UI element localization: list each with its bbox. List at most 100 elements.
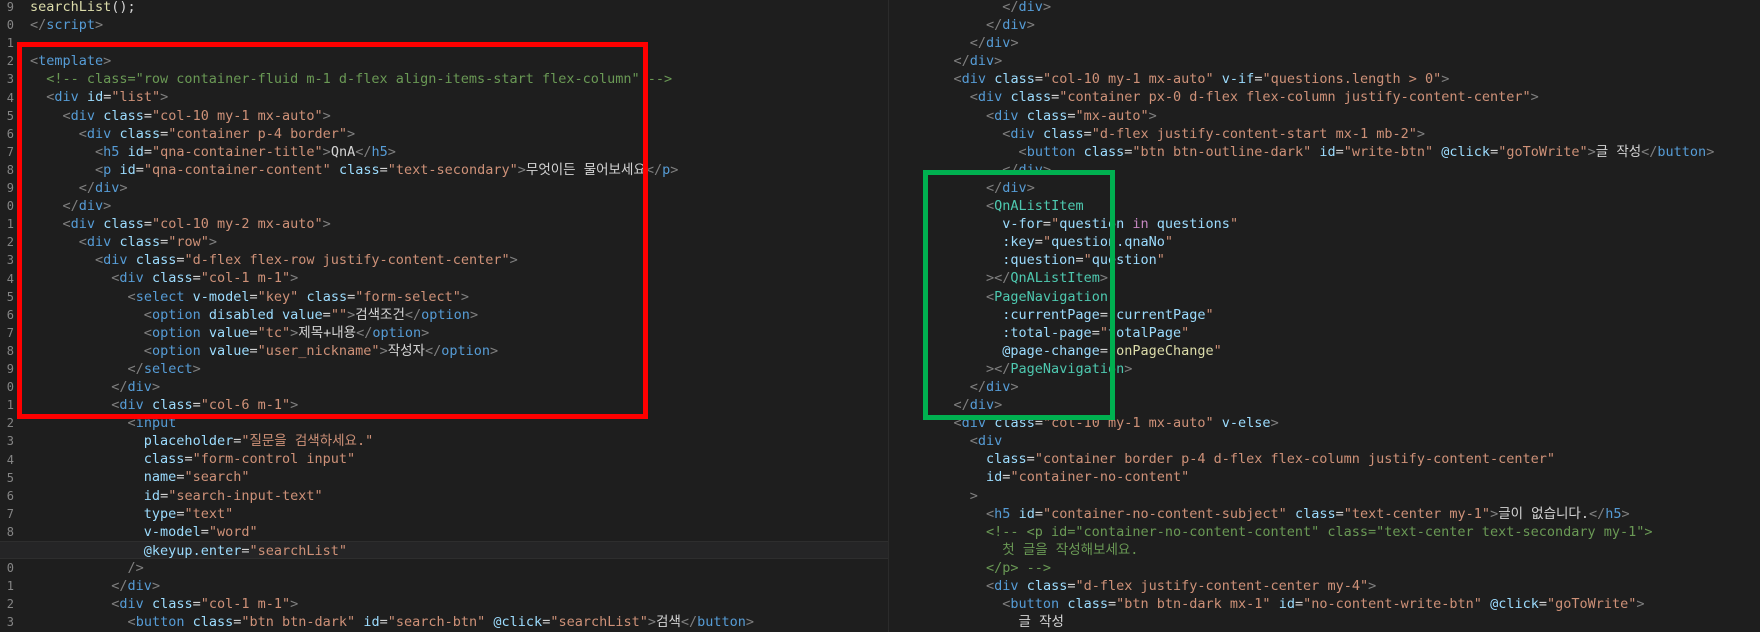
code-line[interactable]: ></PageNavigation> bbox=[889, 360, 1760, 378]
code-line[interactable]: 글 작성 bbox=[889, 613, 1760, 631]
code-token: 작성자 bbox=[387, 342, 425, 359]
code-token: id bbox=[1018, 505, 1035, 522]
code-line[interactable]: id="container-no-content" bbox=[889, 468, 1760, 486]
code-line[interactable]: v-for="question in questions" bbox=[889, 215, 1760, 233]
code-line[interactable]: :question="question" bbox=[889, 251, 1760, 269]
code-line[interactable]: </div> bbox=[889, 52, 1760, 70]
code-token: v-for bbox=[1002, 216, 1043, 233]
code-line[interactable]: <div class="col-10 my-1 mx-auto" v-if="q… bbox=[889, 70, 1760, 88]
code-line[interactable]: </select> bbox=[0, 360, 888, 378]
code-line[interactable]: <div class="col-10 my-1 mx-auto"> bbox=[0, 107, 888, 125]
code-line[interactable]: class="container border p-4 d-flex flex-… bbox=[889, 450, 1760, 468]
code-line[interactable]: </div> bbox=[0, 179, 888, 197]
code-line[interactable]: > bbox=[889, 487, 1760, 505]
code-line[interactable]: id="search-input-text" bbox=[0, 487, 888, 505]
code-line[interactable]: <div class="d-flex justify-content-cente… bbox=[889, 577, 1760, 595]
code-line[interactable]: v-model="word" bbox=[0, 523, 888, 541]
code-line[interactable]: </script> bbox=[0, 16, 888, 34]
code-line[interactable]: placeholder="질문을 검색하세요." bbox=[0, 432, 888, 450]
code-line[interactable]: :currentPage="currentPage" bbox=[889, 306, 1760, 324]
code-line[interactable]: @page-change="onPageChange" bbox=[889, 342, 1760, 360]
code-line[interactable]: <h5 id="container-no-content-subject" cl… bbox=[889, 505, 1760, 523]
code-line[interactable]: class="form-control input" bbox=[0, 450, 888, 468]
code-line[interactable]: ></QnAListItem> bbox=[889, 269, 1760, 287]
code-line[interactable]: <div class="container px-0 d-flex flex-c… bbox=[889, 88, 1760, 106]
code-line[interactable]: </div> bbox=[889, 16, 1760, 34]
code-line[interactable]: </div> bbox=[889, 161, 1760, 179]
code-line[interactable]: <template> bbox=[0, 52, 888, 70]
code-line[interactable]: <div bbox=[889, 432, 1760, 450]
code-line[interactable]: <QnAListItem bbox=[889, 197, 1760, 215]
code-line[interactable]: <div id="list"> bbox=[0, 88, 888, 106]
right-editor-pane[interactable]: </div> </div> </div> </div> <div class="… bbox=[888, 0, 1760, 632]
code-line[interactable]: <div class="row"> bbox=[0, 233, 888, 251]
code-line[interactable]: </div> bbox=[889, 396, 1760, 414]
code-line[interactable]: <option value="user_nickname">작성자</optio… bbox=[0, 342, 888, 360]
code-line[interactable]: </div> bbox=[0, 577, 888, 595]
code-token: = bbox=[160, 487, 169, 504]
code-token: > bbox=[670, 161, 679, 178]
code-line[interactable]: <div class="col-6 m-1"> bbox=[0, 396, 888, 414]
code-token: > bbox=[1148, 107, 1157, 124]
code-token: div bbox=[977, 89, 1003, 106]
code-line[interactable]: searchList(); bbox=[0, 0, 888, 16]
code-line[interactable]: <!-- class="row container-fluid m-1 d-fl… bbox=[0, 70, 888, 88]
code-line[interactable]: <button class="btn btn-dark mx-1" id="no… bbox=[889, 595, 1760, 613]
code-token: v-model bbox=[143, 523, 201, 540]
code-token: "container px-0 d-flex flex-column justi… bbox=[1059, 89, 1531, 106]
code-token: class bbox=[135, 252, 177, 269]
code-line[interactable]: <div class="col-10 my-1 mx-auto" v-else> bbox=[889, 414, 1760, 432]
code-line[interactable]: <select v-model="key" class="form-select… bbox=[0, 288, 888, 306]
code-token: "col-10 my-2 mx-auto" bbox=[151, 216, 323, 233]
code-line[interactable]: <input bbox=[0, 414, 888, 432]
code-token: h5 bbox=[1605, 505, 1622, 522]
code-line[interactable]: :total-page="totalPage" bbox=[889, 324, 1760, 342]
code-line[interactable]: </div> bbox=[889, 34, 1760, 52]
code-line[interactable]: <div class="d-flex justify-content-start… bbox=[889, 125, 1760, 143]
right-code-area[interactable]: </div> </div> </div> </div> <div class="… bbox=[889, 0, 1760, 631]
code-token: "text-center my-1" bbox=[1343, 505, 1491, 522]
code-token: </ bbox=[953, 53, 970, 70]
code-line[interactable]: </p> --> bbox=[889, 559, 1760, 577]
code-line[interactable]: /> bbox=[0, 559, 888, 577]
code-token: > bbox=[1441, 71, 1450, 88]
code-token: = bbox=[1034, 71, 1043, 88]
code-line[interactable]: @keyup.enter="searchList" bbox=[0, 540, 888, 559]
code-line[interactable] bbox=[0, 34, 888, 52]
code-line[interactable]: <div class="col-1 m-1"> bbox=[0, 595, 888, 613]
code-line[interactable]: <div class="col-10 my-2 mx-auto"> bbox=[0, 215, 888, 233]
code-token: @page-change bbox=[1002, 342, 1100, 359]
code-line[interactable]: <option disabled value="">검색조건</option> bbox=[0, 306, 888, 324]
code-line[interactable]: </div> bbox=[889, 378, 1760, 396]
code-line[interactable]: <!-- <p id="container-no-content-content… bbox=[889, 523, 1760, 541]
left-code-area[interactable]: searchList(); </script> <template> <!-- cl… bbox=[0, 0, 888, 631]
code-line[interactable]: name="search" bbox=[0, 468, 888, 486]
code-line[interactable]: <h5 id="qna-container-title">QnA</h5> bbox=[0, 143, 888, 161]
code-line[interactable]: </div> bbox=[889, 179, 1760, 197]
code-line[interactable]: :key="question.qnaNo" bbox=[889, 233, 1760, 251]
code-line[interactable]: </div> bbox=[0, 197, 888, 215]
code-line[interactable]: <button class="btn btn-dark" id="search-… bbox=[0, 613, 888, 631]
code-line[interactable]: 첫 글을 작성해보세요. bbox=[889, 541, 1760, 559]
code-line[interactable]: </div> bbox=[0, 378, 888, 396]
code-line[interactable]: type="text" bbox=[0, 505, 888, 523]
code-line[interactable]: <button class="btn btn-outline-dark" id=… bbox=[889, 143, 1760, 161]
code-token: < bbox=[953, 71, 962, 88]
code-line[interactable]: <div class="col-1 m-1"> bbox=[0, 269, 888, 287]
code-line[interactable]: <div class="mx-auto"> bbox=[889, 107, 1760, 125]
code-line[interactable]: <div class="container p-4 border"> bbox=[0, 125, 888, 143]
code-line[interactable]: <PageNavigation bbox=[889, 288, 1760, 306]
code-line[interactable]: <p id="qna-container-content" class="tex… bbox=[0, 161, 888, 179]
code-line[interactable]: </div> bbox=[889, 0, 1760, 16]
left-editor-pane[interactable]: 90123456789012345678901234567890123 sear… bbox=[0, 0, 888, 632]
code-line[interactable]: <option value="tc">제목+내용</option> bbox=[0, 324, 888, 342]
code-token: class bbox=[143, 451, 185, 468]
code-line[interactable]: <div class="d-flex flex-row justify-cont… bbox=[0, 251, 888, 269]
